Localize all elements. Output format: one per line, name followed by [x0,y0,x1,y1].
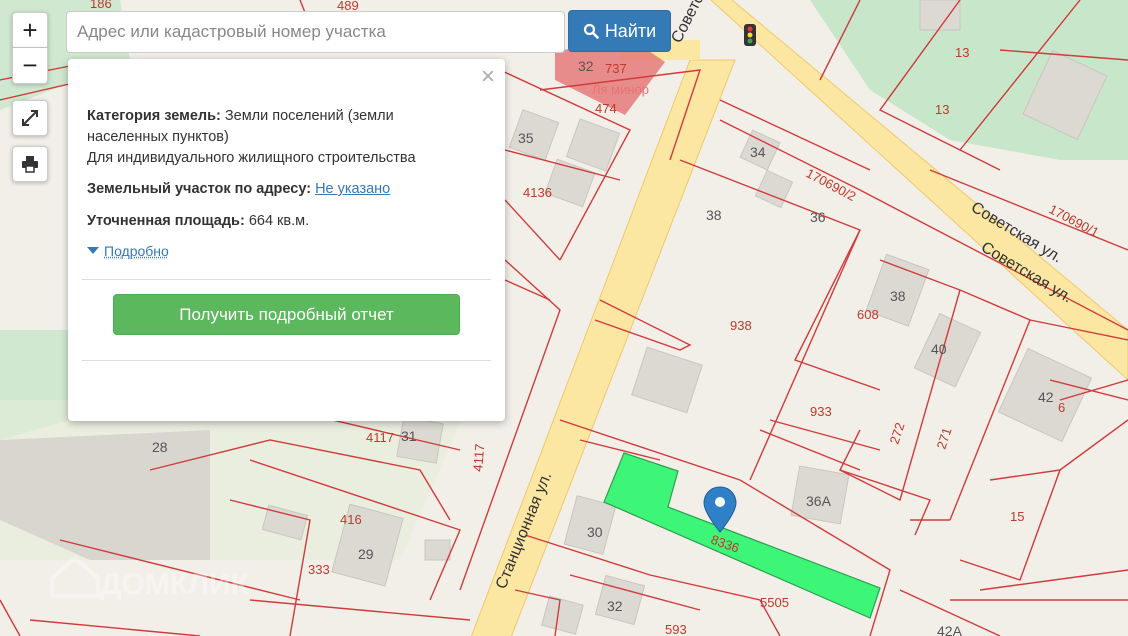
plot-number: 333 [308,562,330,577]
divider [82,279,491,280]
plot-number: 6 [1058,400,1065,415]
plot-number: 938 [730,318,752,333]
printer-icon [22,156,38,173]
plot-number: 15 [1010,509,1024,524]
plot-number: 933 [810,404,832,419]
house-number: 34 [750,144,766,160]
house-number: 42А [937,623,963,636]
house-number: 36А [806,493,832,509]
house-number: 35 [518,130,534,146]
plot-number: 13 [935,102,949,117]
house-number: 28 [152,439,168,455]
house-number: 38 [890,288,906,304]
house-number: 42 [1038,389,1054,405]
search-icon [583,23,599,39]
plot-number: 737 [605,61,627,76]
plot-number: 4117 [366,430,394,445]
house-number: 36 [810,209,826,225]
get-report-button[interactable]: Получить подробный отчет [113,294,460,335]
house-number: 38 [706,207,722,223]
house-number: 40 [931,341,947,357]
house-number: 31 [401,428,417,444]
category-label: Категория земель: [87,108,221,124]
plot-number: 593 [665,622,687,636]
house-number: 32 [607,598,623,614]
plot-number: 186 [90,0,112,11]
plot-number: 416 [340,512,362,527]
poi-label[interactable]: Ля минор [592,82,649,97]
traffic-light-icon [744,24,756,46]
close-icon[interactable]: × [481,65,495,89]
area-label: Уточненная площадь: [87,213,245,229]
fullscreen-button[interactable] [12,100,48,136]
address-label: Земельный участок по адресу: [87,181,312,197]
divider [82,360,491,361]
plot-number: 5505 [760,595,789,610]
land-category: Категория земель: Земли поселений (земли… [87,106,447,169]
plot-number: 474 [595,101,617,116]
house-number: 32 [578,58,594,74]
plot-number: 4136 [523,185,552,200]
area-value: 664 кв.м. [248,213,310,229]
category-use: Для индивидуального жилищного строительс… [87,150,416,166]
caret-down-icon [87,247,99,254]
parcel-area: Уточненная площадь: 664 кв.м. [87,211,309,232]
details-link-label: Подробно [104,243,169,259]
zoom-in-button[interactable]: + [12,12,48,48]
plot-number: 608 [857,307,879,322]
plot-number: 13 [955,45,969,60]
search-input[interactable] [66,11,565,53]
plot-number: 4117 [470,443,487,472]
parcel-info-popup: × Категория земель: Земли поселений (зем… [68,59,505,421]
search-button-label: Найти [604,20,657,41]
parcel-address: Земельный участок по адресу: Не указано [87,179,390,200]
zoom-out-button[interactable]: − [12,48,48,84]
house-number: 29 [358,546,374,562]
watermark-text: ДОМКЛИК [100,568,250,601]
address-link[interactable]: Не указано [315,181,390,197]
house-number: 30 [587,524,603,540]
expand-icon [22,110,38,126]
search-button[interactable]: Найти [568,10,671,52]
details-toggle[interactable]: Подробно [87,243,169,259]
print-button[interactable] [12,146,48,182]
